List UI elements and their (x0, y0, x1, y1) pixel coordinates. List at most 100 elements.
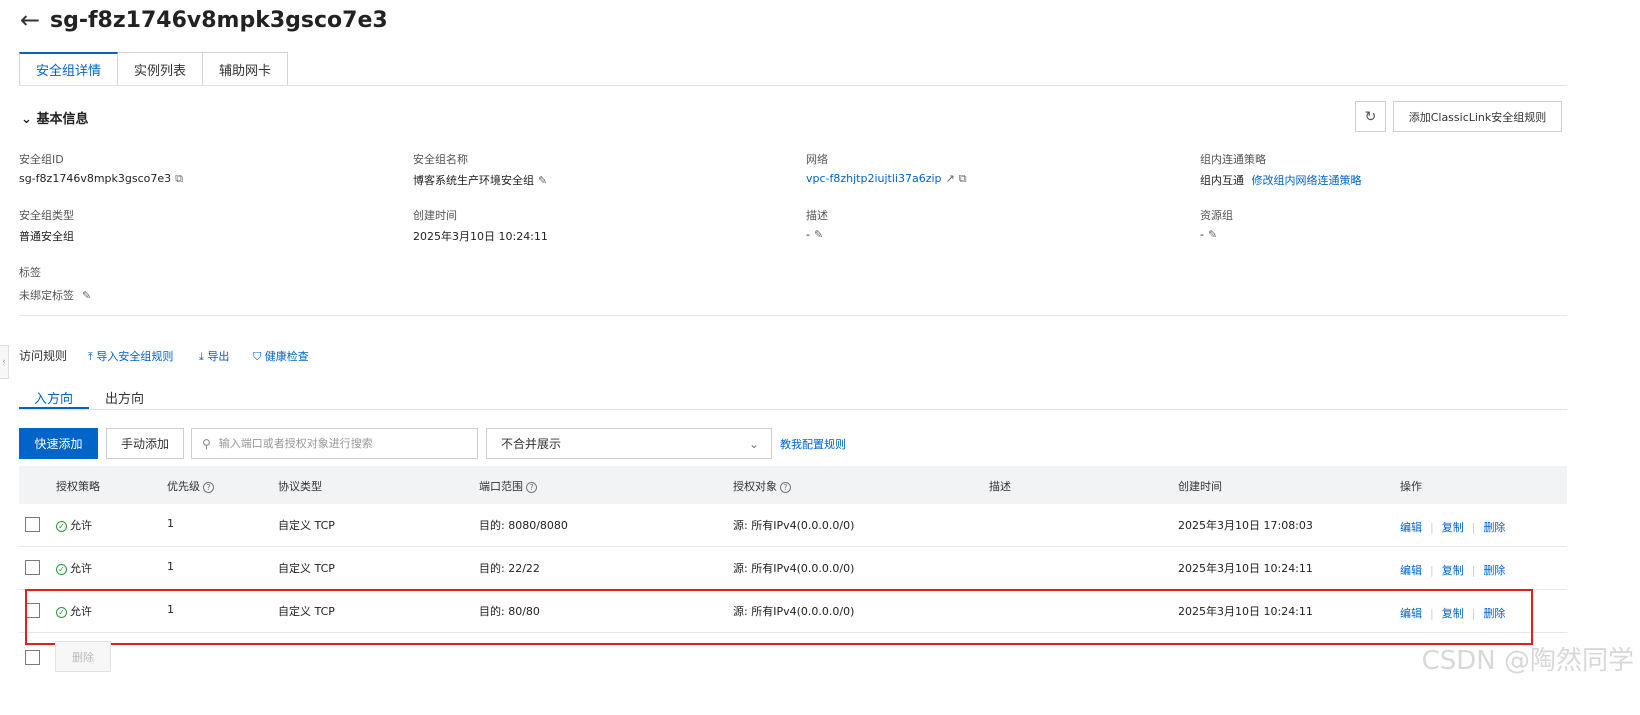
upload-icon: ⤒ (88, 350, 93, 363)
import-rules-link[interactable]: ⤒ 导入安全组规则 (88, 348, 173, 364)
edit-icon[interactable]: ✎ (82, 289, 91, 302)
export-link[interactable]: ⤓ 导出 (199, 348, 229, 364)
row-ops: 编辑 | 复制 | 删除 (1400, 519, 1505, 535)
tab-divider (19, 409, 1567, 410)
check-circle-icon: ✓ (56, 563, 67, 575)
chevron-down-icon: ⌄ (748, 436, 759, 451)
modify-policy-link[interactable]: 修改组内网络连通策略 (1252, 174, 1362, 187)
col-ops: 操作 (1400, 480, 1422, 493)
tab-bar: 安全组详情 实例列表 辅助网卡 (19, 52, 289, 86)
edit-link[interactable]: 编辑 (1400, 564, 1422, 577)
copy-icon[interactable]: ⧉ (175, 172, 183, 185)
refresh-icon: ↻ (1364, 108, 1377, 125)
sg-id-value-wrap: sg-f8z1746v8mpk3gsco7e3 ⧉ (19, 172, 183, 186)
created-value: 2025年3月10日 10:24:11 (413, 230, 548, 243)
page-title: sg-f8z1746v8mpk3gsco7e3 (50, 8, 388, 33)
delete-link[interactable]: 删除 (1483, 521, 1505, 534)
row-target: 源: 所有IPv4(0.0.0.0/0) (733, 519, 855, 532)
desc-label: 描述 (806, 209, 828, 222)
policy-label: 组内连通策略 (1200, 153, 1266, 166)
import-rules-label: 导入安全组规则 (96, 350, 174, 363)
help-icon[interactable]: ? (203, 481, 214, 493)
row-priority: 1 (167, 560, 174, 573)
policy-value: 允许 (70, 519, 92, 532)
sg-type-label: 安全组类型 (19, 209, 74, 222)
access-rules-label: 访问规则 (19, 349, 68, 363)
tags-label: 标签 (19, 266, 41, 279)
sg-name-label: 安全组名称 (413, 153, 468, 166)
tab-divider (19, 85, 1567, 86)
desc-value-wrap: - ✎ (806, 228, 823, 241)
bulk-delete-button[interactable]: 删除 (55, 641, 111, 672)
edit-icon[interactable]: ✎ (538, 174, 547, 187)
tags-value: 未绑定标签 (19, 289, 74, 302)
search-input[interactable] (218, 437, 459, 450)
arrow-left-icon[interactable]: ← (20, 8, 40, 32)
tags-value-wrap: 未绑定标签 ✎ (19, 287, 91, 303)
col-port-wrap: 端口范围? (479, 478, 537, 494)
col-target: 授权对象 (733, 480, 777, 493)
highlight-annotation (25, 589, 1533, 645)
chevron-left-icon: ‹ (2, 357, 6, 367)
sg-id-value: sg-f8z1746v8mpk3gsco7e3 (19, 172, 172, 185)
policy-value: 允许 (70, 562, 92, 575)
copy-icon[interactable]: ⧉ (959, 172, 967, 185)
collapse-handle[interactable]: ‹ (0, 345, 9, 379)
row-port: 目的: 8080/8080 (479, 519, 568, 532)
help-icon[interactable]: ? (526, 481, 537, 493)
row-divider (19, 546, 1567, 547)
table-header: 授权策略 优先级? 协议类型 端口范围? 授权对象? 描述 创建时间 操作 (19, 466, 1567, 504)
tab-sg-details[interactable]: 安全组详情 (19, 52, 119, 86)
merge-display-select[interactable]: 不合并展示 ⌄ (486, 428, 772, 459)
col-priority-wrap: 优先级? (167, 478, 214, 494)
basic-info-toggle[interactable]: ⌄ 基本信息 (21, 108, 88, 127)
delete-link[interactable]: 删除 (1483, 564, 1505, 577)
edit-icon[interactable]: ✎ (1208, 228, 1217, 241)
col-port: 端口范围 (479, 480, 523, 493)
help-icon[interactable]: ? (780, 481, 791, 493)
tab-instances[interactable]: 实例列表 (118, 52, 204, 86)
rg-value-wrap: - ✎ (1200, 228, 1217, 241)
col-policy: 授权策略 (56, 480, 100, 493)
external-link-icon[interactable]: ↗ (946, 172, 955, 185)
select-value: 不合并展示 (501, 437, 562, 451)
edit-icon[interactable]: ✎ (814, 228, 823, 241)
select-all-checkbox[interactable] (25, 650, 40, 665)
desc-value: - (806, 228, 810, 241)
refresh-button[interactable]: ↻ (1355, 101, 1386, 132)
sg-name-value-wrap: 博客系统生产环境安全组 ✎ (413, 172, 547, 188)
copy-link[interactable]: 复制 (1442, 564, 1464, 577)
edit-link[interactable]: 编辑 (1400, 521, 1422, 534)
teach-config-link[interactable]: 教我配置规则 (780, 436, 846, 452)
check-circle-icon: ✓ (56, 520, 67, 532)
tab-outbound[interactable]: 出方向 (105, 388, 144, 407)
separator: | (1430, 521, 1434, 534)
vpc-link[interactable]: vpc-f8zhjtp2iujtli37a6zip (806, 172, 942, 185)
quick-add-button[interactable]: 快速添加 (19, 428, 98, 459)
export-label: 导出 (207, 350, 230, 363)
add-classiclink-button[interactable]: 添加ClassicLink安全组规则 (1393, 101, 1562, 132)
tab-eni[interactable]: 辅助网卡 (203, 52, 289, 86)
separator: | (1471, 564, 1476, 577)
row-checkbox[interactable] (25, 560, 40, 575)
manual-add-button[interactable]: 手动添加 (106, 428, 184, 459)
row-created: 2025年3月10日 17:08:03 (1178, 519, 1313, 532)
tab-inbound[interactable]: 入方向 (34, 388, 73, 407)
watermark: CSDN @陶然同学 (1421, 646, 1634, 676)
created-label: 创建时间 (413, 209, 457, 222)
health-check-link[interactable]: ⛉ 健康检查 (253, 348, 309, 364)
network-value-wrap: vpc-f8zhjtp2iujtli37a6zip ↗ ⧉ (806, 172, 967, 186)
col-created: 创建时间 (1178, 480, 1222, 493)
col-target-wrap: 授权对象? (733, 478, 791, 494)
search-box: ⚲ (191, 428, 478, 459)
row-checkbox[interactable] (25, 517, 40, 532)
rg-label: 资源组 (1200, 209, 1233, 222)
row-ops: 编辑 | 复制 | 删除 (1400, 562, 1505, 578)
policy-value-wrap: 组内互通 修改组内网络连通策略 (1200, 172, 1362, 188)
col-protocol: 协议类型 (278, 480, 322, 493)
health-check-label: 健康检查 (264, 350, 309, 363)
row-protocol: 自定义 TCP (278, 562, 335, 575)
separator: | (1471, 521, 1476, 534)
separator: | (1430, 564, 1434, 577)
copy-link[interactable]: 复制 (1442, 521, 1464, 534)
